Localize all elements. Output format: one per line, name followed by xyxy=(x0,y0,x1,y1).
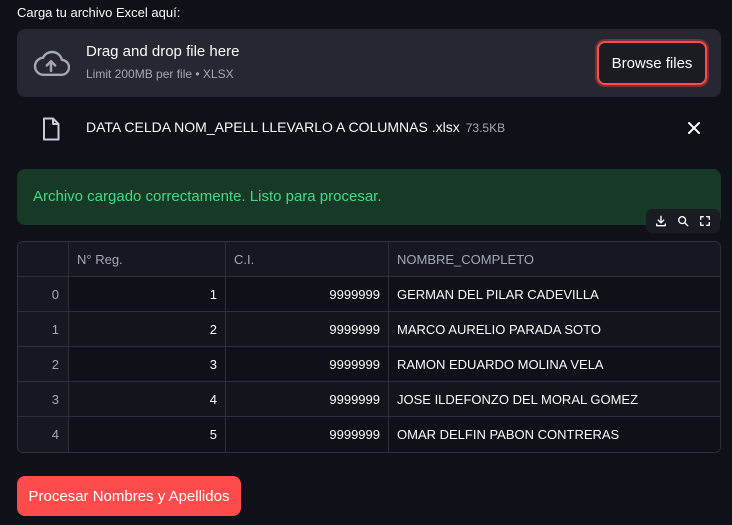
row-index: 4 xyxy=(18,417,69,452)
table-row: 2 3 9999999 RAMON EDUARDO MOLINA VELA xyxy=(18,347,720,382)
table-row: 1 2 9999999 MARCO AURELIO PARADA SOTO xyxy=(18,312,720,347)
dropzone-title: Drag and drop file here xyxy=(86,43,240,60)
file-name: DATA CELDA NOM_APELL LLEVARLO A COLUMNAS… xyxy=(86,119,460,135)
table-header-ci[interactable]: C.I. xyxy=(226,242,389,276)
success-alert-message: Archivo cargado correctamente. Listo par… xyxy=(33,188,382,205)
cloud-upload-icon xyxy=(33,50,70,76)
table-header-row: N° Reg. C.I. NOMBRE_COMPLETO xyxy=(18,242,720,277)
cell-ci[interactable]: 9999999 xyxy=(226,382,389,416)
cell-ci[interactable]: 9999999 xyxy=(226,347,389,381)
cell-ci[interactable]: 9999999 xyxy=(226,417,389,452)
cell-nombre-completo[interactable]: GERMAN DEL PILAR CADEVILLA xyxy=(389,277,720,311)
file-icon xyxy=(43,117,60,141)
table-header-nombre-completo[interactable]: NOMBRE_COMPLETO xyxy=(389,242,720,276)
cell-nreg[interactable]: 4 xyxy=(69,382,226,416)
search-icon[interactable] xyxy=(676,214,690,228)
dropzone-limit-text: Limit 200MB per file • XLSX xyxy=(86,67,234,81)
cell-nreg[interactable]: 1 xyxy=(69,277,226,311)
cell-nombre-completo[interactable]: RAMON EDUARDO MOLINA VELA xyxy=(389,347,720,381)
browse-files-button[interactable]: Browse files xyxy=(597,41,707,85)
cell-nreg[interactable]: 3 xyxy=(69,347,226,381)
file-size: 73.5KB xyxy=(465,121,506,135)
success-alert: Archivo cargado correctamente. Listo par… xyxy=(17,169,721,225)
cell-nombre-completo[interactable]: MARCO AURELIO PARADA SOTO xyxy=(389,312,720,346)
row-index: 1 xyxy=(18,312,69,346)
process-names-button[interactable]: Procesar Nombres y Apellidos xyxy=(17,476,241,516)
table-row: 3 4 9999999 JOSE ILDEFONZO DEL MORAL GOM… xyxy=(18,382,720,417)
uploader-label: Carga tu archivo Excel aquí: xyxy=(17,5,181,20)
cell-nombre-completo[interactable]: JOSE ILDEFONZO DEL MORAL GOMEZ xyxy=(389,382,720,416)
app-main: Carga tu archivo Excel aquí: Drag and dr… xyxy=(0,0,732,525)
close-icon[interactable] xyxy=(685,119,703,137)
cell-nombre-completo[interactable]: OMAR DELFIN PABON CONTRERAS xyxy=(389,417,720,452)
cell-nreg[interactable]: 2 xyxy=(69,312,226,346)
cell-ci[interactable]: 9999999 xyxy=(226,277,389,311)
uploaded-file-row: DATA CELDA NOM_APELL LLEVARLO A COLUMNAS… xyxy=(17,110,721,146)
table-header-index xyxy=(18,242,69,276)
table-row: 0 1 9999999 GERMAN DEL PILAR CADEVILLA xyxy=(18,277,720,312)
row-index: 2 xyxy=(18,347,69,381)
table-row: 4 5 9999999 OMAR DELFIN PABON CONTRERAS xyxy=(18,417,720,452)
data-table[interactable]: N° Reg. C.I. NOMBRE_COMPLETO 0 1 9999999… xyxy=(17,241,721,453)
cell-ci[interactable]: 9999999 xyxy=(226,312,389,346)
file-dropzone[interactable]: Drag and drop file here Limit 200MB per … xyxy=(17,29,721,97)
row-index: 0 xyxy=(18,277,69,311)
dataframe-toolbar xyxy=(646,209,720,233)
row-index: 3 xyxy=(18,382,69,416)
fullscreen-icon[interactable] xyxy=(698,214,712,228)
download-icon[interactable] xyxy=(654,214,668,228)
table-header-nreg[interactable]: N° Reg. xyxy=(69,242,226,276)
cell-nreg[interactable]: 5 xyxy=(69,417,226,452)
file-name-text: DATA CELDA NOM_APELL LLEVARLO A COLUMNAS… xyxy=(86,119,505,135)
